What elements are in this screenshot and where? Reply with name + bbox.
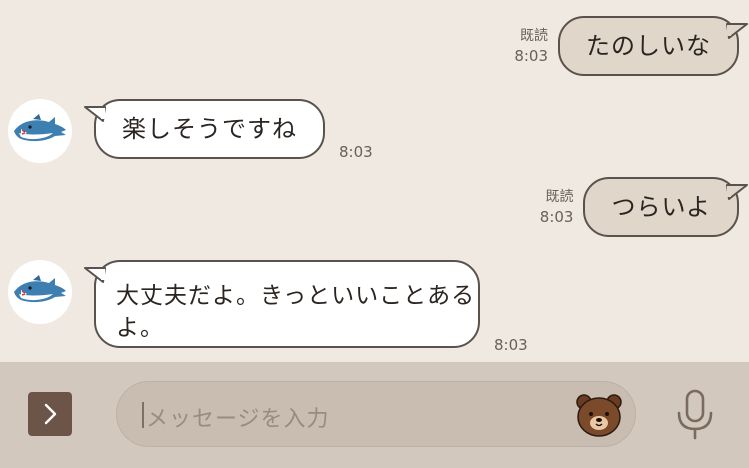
- message-text-line: よ。: [116, 315, 164, 341]
- outgoing-bubble[interactable]: たのしいな: [558, 16, 748, 76]
- incoming-bubble[interactable]: 楽しそうですね: [84, 99, 325, 159]
- message-meta: 既読 8:03: [514, 26, 548, 66]
- microphone-icon[interactable]: [674, 389, 716, 441]
- text-cursor: [142, 402, 144, 428]
- shark-avatar-icon: [14, 114, 66, 142]
- chevron-right-icon: [44, 403, 57, 425]
- incoming-message: 楽しそうですね 8:03: [8, 99, 373, 163]
- message-text: 楽しそうですね: [122, 115, 297, 143]
- message-time: 8:03: [514, 47, 548, 65]
- outgoing-message: 既読 8:03 たのしいな: [514, 16, 748, 76]
- message-time: 8:03: [494, 336, 528, 354]
- message-time: 8:03: [539, 208, 574, 226]
- message-meta: 既読 8:03: [540, 187, 574, 227]
- incoming-message: 大丈夫だよ。きっといいことある よ。 8:03: [8, 260, 528, 354]
- outgoing-message: 既読 8:03 つらいよ: [540, 177, 748, 237]
- message-text: つらいよ: [611, 193, 711, 221]
- avatar[interactable]: [8, 260, 72, 324]
- read-receipt: 既読: [545, 189, 574, 205]
- read-receipt: 既読: [520, 28, 548, 44]
- bear-sticker-icon[interactable]: [575, 391, 623, 439]
- message-input[interactable]: メッセージを入力: [116, 381, 636, 447]
- bubble-tail: [84, 267, 106, 283]
- shark-avatar-icon: [14, 275, 66, 303]
- expand-button[interactable]: [28, 392, 72, 436]
- bubble-tail: [726, 23, 748, 39]
- avatar[interactable]: [8, 99, 72, 163]
- bubble-tail: [726, 184, 748, 200]
- bubble-tail: [84, 106, 106, 122]
- chat-area: 既読 8:03 たのしいな 楽しそうですね 8:03 既読 8:03 つらいよ …: [0, 0, 749, 362]
- input-placeholder: メッセージを入力: [146, 407, 330, 432]
- outgoing-bubble[interactable]: つらいよ: [583, 177, 748, 237]
- message-text: たのしいな: [586, 32, 711, 60]
- incoming-bubble[interactable]: 大丈夫だよ。きっといいことある よ。: [84, 260, 480, 348]
- message-text-line: 大丈夫だよ。きっといいことある: [116, 283, 476, 309]
- message-time: 8:03: [339, 143, 373, 161]
